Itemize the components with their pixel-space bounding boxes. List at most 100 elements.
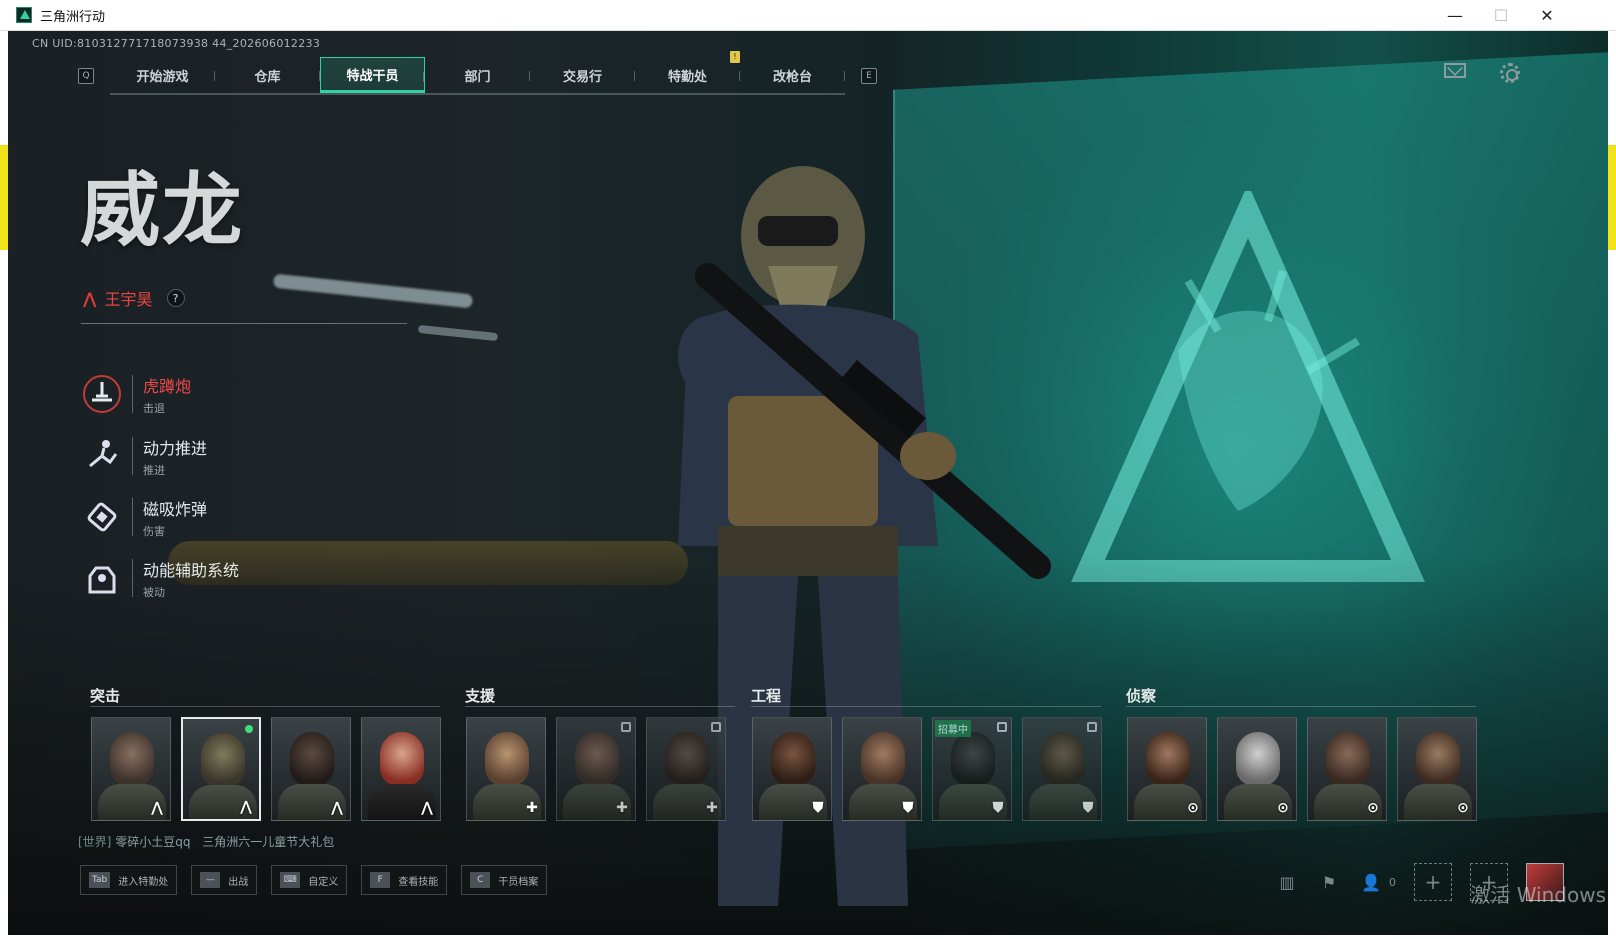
operator-card-engineer-4[interactable]: ⛊	[1022, 717, 1102, 821]
mail-icon[interactable]	[1444, 63, 1466, 78]
class-label-recon: 侦察	[1126, 687, 1157, 705]
class-divider	[90, 706, 440, 707]
key-hint: ⌨	[280, 872, 301, 888]
friends-icon[interactable]: 👤	[1359, 870, 1383, 894]
online-dot-icon	[245, 725, 253, 733]
operator-real-name: 王宇昊	[104, 290, 153, 309]
skill-separator	[132, 375, 133, 413]
operator-codename: 威龙	[80, 164, 244, 257]
skill-name: 虎蹲炮	[143, 376, 192, 396]
class-label-assault: 突击	[90, 687, 121, 705]
operator-profile-button[interactable]: C 干员档案	[461, 865, 548, 895]
settings-gear-icon[interactable]	[1500, 63, 1520, 83]
button-label: 自定义	[308, 876, 339, 888]
recon-role-icon: ⊙	[1187, 800, 1199, 816]
dash-icon	[80, 434, 124, 478]
top-right-icons	[1444, 63, 1520, 83]
engineer-role-icon: ⛊	[902, 800, 914, 816]
operator-card-support-2[interactable]: ✚	[556, 717, 636, 821]
view-skills-button[interactable]: F 查看技能	[361, 865, 448, 895]
engineer-role-icon: ⛊	[992, 800, 1004, 816]
skill-type: 推进	[143, 463, 165, 477]
button-label: 出战	[228, 876, 249, 888]
class-divider	[465, 706, 735, 707]
skill-2[interactable]: 动力推进 推进	[80, 431, 380, 481]
assault-role-icon: ⋀	[421, 800, 433, 816]
operator-help-button[interactable]: ?	[166, 289, 185, 307]
world-chat[interactable]: [世界] 零碎小土豆qq 三角洲六一儿童节大礼包	[78, 833, 334, 850]
bottom-action-bar: Tab 进入特勤处 — 出战 ⌨ 自定义 F 查看技能 C 干员档案	[80, 865, 548, 895]
assault-role-icon: ⋀	[331, 800, 343, 816]
class-divider	[751, 706, 1101, 707]
assault-class-icon: ⋀	[83, 288, 97, 308]
operator-card-engineer-1[interactable]: ⛊	[752, 717, 832, 821]
key-hint: Tab	[89, 872, 111, 888]
skill-separator	[132, 498, 133, 536]
exosuit-icon	[80, 556, 124, 600]
skill-type: 伤害	[143, 524, 165, 538]
tab-start-game[interactable]: 开始游戏	[110, 57, 215, 93]
operator-card-assault-1[interactable]: ⋀	[91, 717, 171, 821]
window-title: 三角洲行动	[40, 9, 106, 25]
operator-card-recon-1[interactable]: ⊙	[1127, 717, 1207, 821]
operator-card-assault-4[interactable]: ⋀	[361, 717, 441, 821]
deploy-button[interactable]: — 出战	[191, 865, 258, 895]
support-role-icon: ✚	[616, 800, 628, 816]
enter-special-ops-button[interactable]: Tab 进入特勤处	[80, 865, 178, 895]
skill-type: 击退	[143, 401, 165, 415]
customize-button[interactable]: ⌨ 自定义	[271, 865, 348, 895]
key-hint: C	[470, 872, 491, 888]
minimize-button[interactable]: —	[1432, 0, 1478, 31]
operator-card-support-3[interactable]: ✚	[646, 717, 726, 821]
tab-gunsmith[interactable]: 改枪台	[740, 57, 845, 93]
operator-card-engineer-2[interactable]: ⛊	[842, 717, 922, 821]
tab-special-ops[interactable]: 特勤处	[635, 57, 740, 93]
flag-icon[interactable]: ⚑	[1317, 870, 1341, 894]
recon-role-icon: ⊙	[1367, 800, 1379, 816]
chat-message: 三角洲六一儿童节大礼包	[202, 835, 335, 849]
support-role-icon: ✚	[526, 800, 538, 816]
operator-card-assault-2[interactable]: ⋀	[181, 717, 261, 821]
operator-card-recon-4[interactable]: ⊙	[1397, 717, 1477, 821]
assault-role-icon: ⋀	[240, 799, 252, 815]
tab-department[interactable]: 部门	[425, 57, 530, 93]
main-nav: Q 开始游戏 仓库 特战干员 部门 交易行 特勤处 改枪台 E	[78, 57, 877, 95]
operator-identity: ⋀ 王宇昊 ?	[83, 286, 185, 310]
player-uid: CN UID:810312771718073938 44_20260601223…	[32, 37, 321, 50]
divider	[81, 323, 407, 324]
nav-prev-key[interactable]: Q	[78, 68, 94, 84]
operator-card-support-1[interactable]: ✚	[466, 717, 546, 821]
invite-slot-1[interactable]: +	[1414, 863, 1452, 901]
operator-card-recon-2[interactable]: ⊙	[1217, 717, 1297, 821]
dragon-emblem-icon	[1071, 191, 1425, 582]
stats-chart-icon[interactable]: ▥	[1275, 870, 1299, 894]
background-sliver-right	[1608, 145, 1616, 250]
friends-count: 0	[1389, 875, 1396, 889]
tab-operators[interactable]: 特战干员	[320, 57, 425, 93]
game-viewport: CN UID:810312771718073938 44_20260601223…	[8, 31, 1608, 935]
tab-market[interactable]: 交易行	[530, 57, 635, 93]
key-hint: —	[200, 872, 221, 888]
close-button[interactable]: ✕	[1524, 0, 1570, 31]
skill-3[interactable]: 磁吸炸弹 伤害	[80, 492, 380, 542]
background-sliver-left	[0, 145, 8, 250]
nav-next-key[interactable]: E	[861, 68, 877, 84]
operator-card-engineer-3[interactable]: 招募中 ⛊	[932, 717, 1012, 821]
support-role-icon: ✚	[706, 800, 718, 816]
skill-separator	[132, 559, 133, 597]
grenade-icon	[80, 495, 124, 539]
skill-1[interactable]: 虎蹲炮 击退	[80, 369, 380, 419]
ceiling-light	[272, 273, 474, 309]
skill-name: 动力推进	[143, 438, 208, 458]
maximize-button[interactable]: ☐	[1478, 0, 1524, 31]
engineer-role-icon: ⛊	[812, 800, 824, 816]
tab-warehouse[interactable]: 仓库	[215, 57, 320, 93]
chat-channel: [世界]	[78, 835, 112, 849]
skill-4[interactable]: 动能辅助系统 被动	[80, 553, 380, 603]
assault-role-icon: ⋀	[151, 800, 163, 816]
operator-card-assault-3[interactable]: ⋀	[271, 717, 351, 821]
operator-card-recon-3[interactable]: ⊙	[1307, 717, 1387, 821]
app-logo-icon	[16, 7, 32, 23]
button-label: 干员档案	[498, 876, 539, 888]
recon-role-icon: ⊙	[1277, 800, 1289, 816]
